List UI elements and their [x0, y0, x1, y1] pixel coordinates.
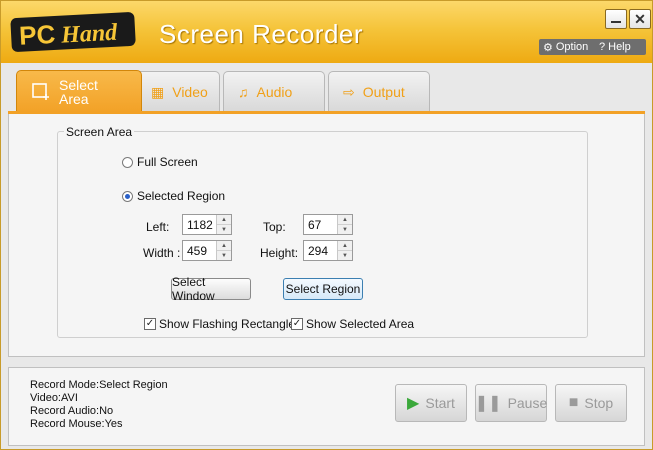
checkbox-label: Show Selected Area: [306, 317, 415, 331]
export-icon: ⇨: [343, 83, 355, 100]
arrow-down-icon[interactable]: ▼: [217, 251, 231, 260]
question-icon: ?: [599, 41, 606, 53]
full-screen-radio[interactable]: Full Screen: [122, 155, 198, 169]
option-label: Option: [555, 41, 589, 53]
checkmark-icon: ✓: [291, 318, 303, 330]
music-icon: ♫: [238, 84, 249, 100]
arrow-down-icon[interactable]: ▼: [338, 251, 352, 260]
group-title: Screen Area: [64, 125, 135, 139]
left-value: 1182: [187, 218, 213, 232]
app-window: PC Hand Screen Recorder ✕ ⚙ Option ? Hel…: [0, 0, 653, 450]
arrow-down-icon[interactable]: ▼: [338, 225, 352, 234]
status-panel: Record Mode:Select Region Video:AVI Reco…: [8, 367, 645, 446]
arrow-up-icon[interactable]: ▲: [338, 215, 352, 225]
tab-select-area[interactable]: Select Area: [16, 70, 142, 113]
app-title: Screen Recorder: [159, 19, 364, 49]
left-stepper[interactable]: 1182 ▲ ▼: [182, 214, 232, 235]
select-window-button[interactable]: Select Window: [171, 275, 251, 303]
start-label: Start: [425, 395, 455, 411]
screen-area-group: Screen Area Full Screen Selected Region …: [57, 125, 588, 338]
top-stepper[interactable]: 67 ▲ ▼: [303, 214, 353, 235]
tab-label: Video: [172, 84, 208, 100]
width-value: 459: [187, 244, 208, 258]
close-button[interactable]: ✕: [629, 9, 651, 29]
radio-label: Full Screen: [137, 155, 198, 169]
checkbox-label: Show Flashing Rectangle: [159, 317, 296, 331]
film-icon: ▦: [151, 83, 165, 100]
pause-label: Pause: [507, 395, 548, 411]
stepper-arrows: ▲ ▼: [337, 241, 352, 260]
record-audio-text: Record Audio:No: [30, 405, 114, 417]
show-selected-area-checkbox[interactable]: ✓ Show Selected Area: [291, 317, 414, 331]
help-label: Help: [608, 41, 631, 53]
video-format-text: Video:AVI: [30, 392, 78, 404]
radio-on-icon: [122, 190, 133, 202]
pause-button[interactable]: ❚❚ Pause: [475, 384, 547, 422]
start-button[interactable]: ▶ Start: [395, 384, 467, 422]
top-label: Top:: [263, 220, 286, 234]
arrow-up-icon[interactable]: ▲: [338, 241, 352, 251]
record-mouse-text: Record Mouse:Yes: [30, 418, 123, 430]
svg-text:Hand: Hand: [60, 20, 119, 49]
pchand-logo: PC Hand: [10, 12, 136, 52]
width-stepper[interactable]: 459 ▲ ▼: [182, 240, 232, 261]
svg-text:PC: PC: [18, 19, 56, 51]
stop-button[interactable]: ■ Stop: [555, 384, 627, 422]
height-label: Height:: [260, 246, 299, 260]
option-button[interactable]: ⚙ Option: [539, 39, 598, 55]
tab-label: Select Area: [59, 77, 98, 107]
crop-icon: [32, 83, 49, 100]
title-bar: PC Hand Screen Recorder ✕ ⚙ Option ? Hel…: [1, 1, 652, 63]
checkmark-icon: ✓: [144, 318, 156, 330]
stepper-arrows: ▲ ▼: [216, 241, 231, 260]
stop-icon: ■: [568, 394, 579, 411]
show-flashing-checkbox[interactable]: ✓ Show Flashing Rectangle: [144, 317, 295, 331]
minimize-icon: [611, 21, 621, 23]
gear-icon: ⚙: [543, 41, 553, 54]
top-value: 67: [308, 218, 322, 232]
selected-region-radio[interactable]: Selected Region: [122, 189, 225, 203]
height-value: 294: [308, 244, 329, 258]
arrow-down-icon[interactable]: ▼: [217, 225, 231, 234]
stop-label: Stop: [584, 395, 614, 411]
width-label: Width :: [143, 246, 181, 260]
tab-label: Audio: [256, 84, 293, 100]
stepper-arrows: ▲ ▼: [216, 215, 231, 234]
record-mode-text: Record Mode:Select Region: [30, 379, 168, 391]
left-label: Left:: [146, 220, 170, 234]
close-icon: ✕: [634, 11, 646, 27]
stepper-arrows: ▲ ▼: [337, 215, 352, 234]
radio-label: Selected Region: [137, 189, 226, 203]
arrow-up-icon[interactable]: ▲: [217, 215, 231, 225]
radio-off-icon: [122, 156, 133, 168]
select-area-panel: Screen Area Full Screen Selected Region …: [8, 114, 645, 357]
tab-audio[interactable]: ♫ Audio: [223, 71, 325, 112]
pause-icon: ❚❚: [474, 395, 502, 412]
play-icon: ▶: [407, 395, 420, 412]
tab-strip: ▦ Video ♫ Audio ⇨ Output Select Area: [1, 63, 652, 113]
height-stepper[interactable]: 294 ▲ ▼: [303, 240, 353, 261]
tab-label: Output: [362, 84, 405, 100]
tab-output[interactable]: ⇨ Output: [328, 71, 430, 112]
help-button[interactable]: ? Help: [595, 39, 646, 55]
minimize-button[interactable]: [605, 9, 627, 29]
select-region-button[interactable]: Select Region: [283, 278, 363, 300]
arrow-up-icon[interactable]: ▲: [217, 241, 231, 251]
